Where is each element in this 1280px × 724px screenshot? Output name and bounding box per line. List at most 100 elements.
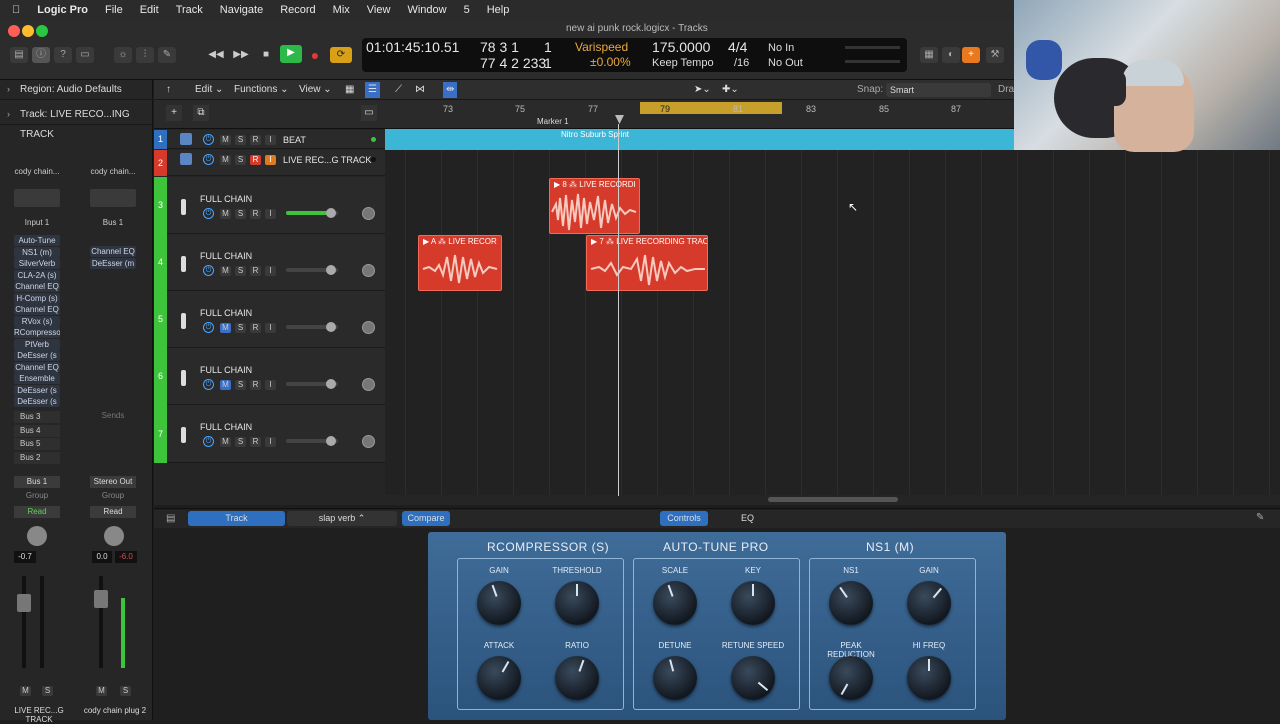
plugin-slot[interactable]: Channel EQ — [14, 281, 60, 292]
inspector-toggle-icon[interactable]: ▤ — [166, 513, 175, 524]
knob[interactable] — [653, 656, 697, 700]
strip2-output[interactable]: Stereo Out — [90, 476, 136, 488]
edit-menu[interactable]: Edit ⌄ — [195, 80, 223, 100]
lcd-display[interactable]: 01:01:45:10.51 78 3 1 1 77 4 2 233 1 Var… — [362, 38, 907, 72]
menu-help[interactable]: Help — [487, 4, 510, 16]
track-name[interactable]: FULL CHAIN — [200, 422, 252, 432]
input-monitor-button[interactable]: I — [265, 322, 276, 333]
strip2-setting[interactable]: cody chain... — [90, 167, 136, 176]
track-header[interactable] — [154, 234, 385, 291]
apple-icon[interactable]:  — [12, 4, 20, 16]
solo-button[interactable]: S — [235, 208, 246, 219]
solo-button[interactable]: S — [235, 322, 246, 333]
pan-knob[interactable] — [362, 435, 375, 448]
plugin-slot[interactable]: H-Comp (s) — [14, 292, 60, 304]
volume-slider[interactable] — [326, 436, 336, 446]
plugin-slot[interactable]: RVox (s) — [14, 315, 60, 327]
knob[interactable] — [477, 656, 521, 700]
menu-edit[interactable]: Edit — [140, 4, 159, 16]
marker-1[interactable]: Marker 1 — [537, 117, 569, 126]
horizontal-scrollbar[interactable] — [768, 497, 898, 502]
pan-knob[interactable] — [362, 378, 375, 391]
menu-mix[interactable]: Mix — [333, 4, 350, 16]
plugin-slot[interactable]: DeEsser (s — [14, 384, 60, 396]
track-inspector[interactable]: Track: LIVE RECO...ING TRACK — [0, 105, 153, 140]
strip1-eq-thumbnail[interactable] — [14, 189, 60, 207]
power-icon[interactable]: ⏻ — [203, 208, 214, 219]
count-in-icon[interactable]: + — [962, 47, 980, 63]
input-monitor-button[interactable]: I — [265, 208, 276, 219]
knob[interactable] — [731, 581, 775, 625]
plugin-slot[interactable]: Channel EQ — [14, 304, 60, 315]
mute-button[interactable]: M — [220, 154, 231, 165]
power-icon[interactable]: ⏻ — [203, 379, 214, 390]
input-monitor-button[interactable]: I — [265, 134, 276, 145]
input-monitor-button[interactable]: I — [265, 436, 276, 447]
strip1-pan-knob[interactable] — [27, 526, 47, 546]
track-name[interactable]: BEAT — [283, 135, 306, 145]
chevron-right-icon[interactable]: › — [7, 84, 10, 94]
solo-button[interactable]: S — [235, 134, 246, 145]
solo-button[interactable]: S — [235, 436, 246, 447]
tuner-icon[interactable]: ⚒ — [986, 47, 1004, 63]
track-tab[interactable]: Track — [188, 511, 285, 526]
plugin-slot[interactable]: CLA-2A (s) — [14, 269, 60, 281]
plugin-slot[interactable]: PtVerb — [14, 338, 60, 350]
strip2-solo[interactable]: S — [120, 686, 131, 696]
audio-region[interactable]: ▶ 7 ⁂ LIVE RECORDING TRAC — [586, 235, 708, 291]
input-monitor-button[interactable]: I — [265, 265, 276, 276]
inspector-icon[interactable]: ⓘ — [32, 47, 50, 63]
note-pad-icon[interactable]: ◐ — [942, 47, 960, 63]
mute-button[interactable]: M — [220, 322, 231, 333]
track-name[interactable]: FULL CHAIN — [200, 194, 252, 204]
record-button[interactable]: R — [250, 208, 261, 219]
add-track-icon[interactable]: + — [166, 105, 182, 121]
playhead[interactable] — [618, 124, 619, 496]
solo-button[interactable]: S — [235, 154, 246, 165]
record-button[interactable]: R — [250, 379, 261, 390]
power-icon[interactable]: ⏻ — [203, 265, 214, 276]
mute-button[interactable]: M — [220, 436, 231, 447]
region-inspector[interactable]: Region: Audio Defaults — [0, 80, 153, 100]
menu-record[interactable]: Record — [280, 4, 315, 16]
power-icon[interactable]: ⏻ — [203, 154, 214, 165]
library-icon[interactable]: ▤ — [10, 47, 28, 63]
strip1-input[interactable]: Input 1 — [14, 218, 60, 227]
input-monitor-button[interactable]: I — [265, 154, 276, 165]
menu-file[interactable]: File — [105, 4, 123, 16]
send-slot[interactable]: Bus 4 — [14, 424, 60, 437]
minimize-window-button[interactable] — [22, 25, 34, 37]
strip1-group[interactable]: Group — [14, 491, 60, 500]
toolbar-icon[interactable]: ▭ — [76, 47, 94, 63]
input-monitor-button[interactable]: I — [265, 379, 276, 390]
grid-view-icon[interactable]: ▦ — [345, 80, 354, 100]
mixer-icon[interactable]: ⫶ — [136, 47, 154, 63]
menu-view[interactable]: View — [367, 4, 391, 16]
record-button[interactable]: R — [250, 134, 261, 145]
plugin-slot[interactable]: Ensemble — [14, 373, 60, 384]
forward-icon[interactable]: ▶▶ — [232, 47, 250, 63]
strip2-mute[interactable]: M — [96, 686, 107, 696]
plugin-slot[interactable]: SilverVerb — [14, 258, 60, 269]
knob[interactable] — [477, 581, 521, 625]
track-name[interactable]: LIVE REC...G TRACK — [283, 155, 371, 165]
smart-controls-icon[interactable]: ☼ — [114, 47, 132, 63]
track-header[interactable] — [154, 177, 385, 234]
strip2-group[interactable]: Group — [90, 491, 136, 500]
solo-button[interactable]: S — [235, 379, 246, 390]
plugin-slot[interactable]: Auto-Tune — [14, 235, 60, 246]
plugin-slot[interactable]: DeEsser (s — [14, 396, 60, 407]
send-slot[interactable]: Bus 2 — [14, 451, 60, 464]
menu-track[interactable]: Track — [176, 4, 203, 16]
strip2-pan-knob[interactable] — [104, 526, 124, 546]
plugin-slot[interactable]: DeEsser (s — [14, 350, 60, 361]
menu-app[interactable]: Logic Pro — [37, 4, 88, 16]
mute-button[interactable]: M — [220, 379, 231, 390]
audio-region[interactable]: ▶ 8 ⁂ LIVE RECORDI — [549, 178, 640, 234]
chevron-right-icon[interactable]: › — [7, 109, 10, 119]
knob[interactable] — [907, 581, 951, 625]
global-tracks-icon[interactable]: ▭ — [361, 105, 377, 121]
editors-icon[interactable]: ✎ — [158, 47, 176, 63]
knob[interactable] — [653, 581, 697, 625]
mute-button[interactable]: M — [220, 208, 231, 219]
